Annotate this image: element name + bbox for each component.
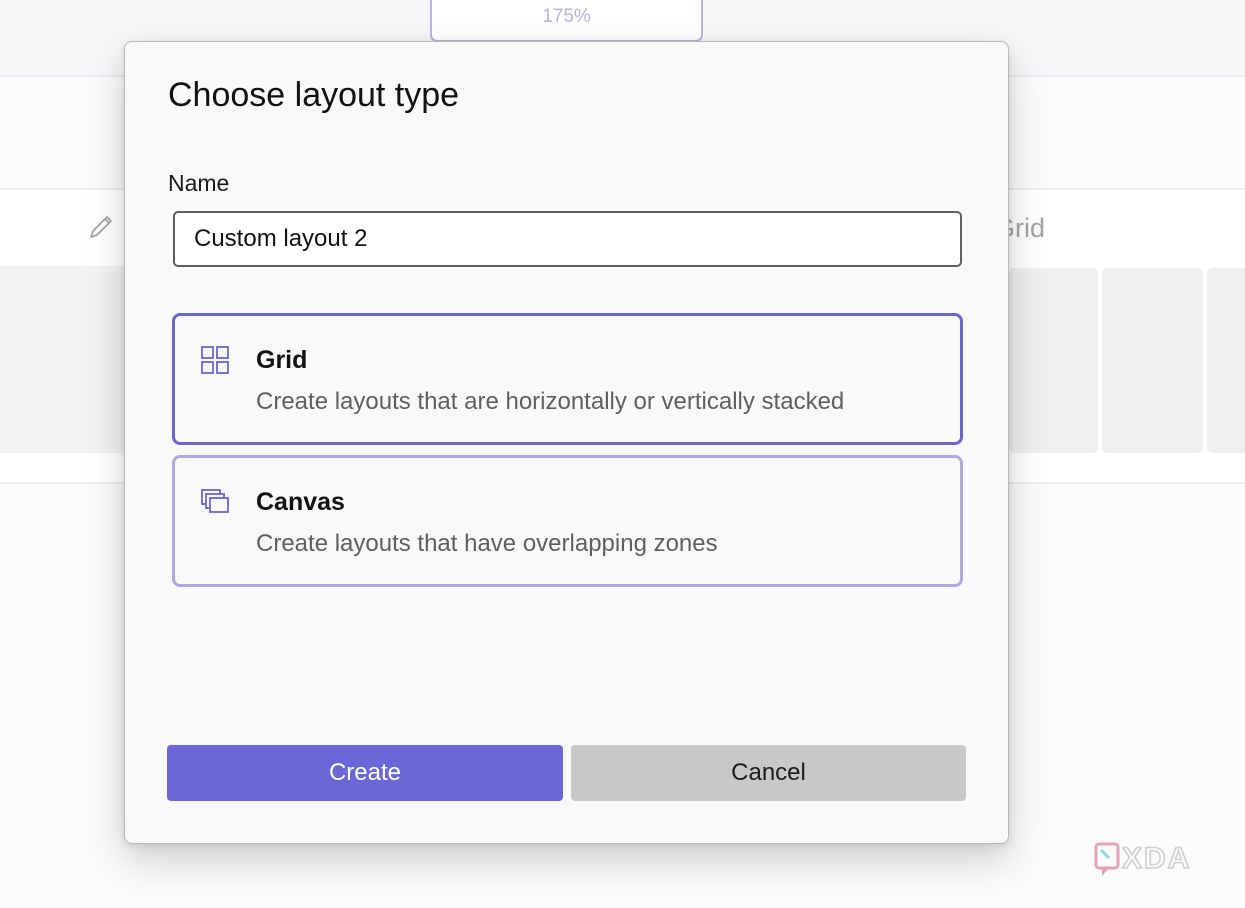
- background-layout-preview: [0, 266, 140, 453]
- grid-option-description: Create layouts that are horizontally or …: [256, 388, 845, 415]
- background-zone-tile: [1207, 268, 1245, 453]
- xda-watermark-logo: XDA: [1094, 841, 1191, 876]
- zoom-level-label: 175%: [430, 0, 703, 42]
- dialog-title: Choose layout type: [168, 76, 460, 114]
- canvas-option-description: Create layouts that have overlapping zon…: [256, 530, 718, 557]
- layout-name-input[interactable]: [173, 211, 962, 267]
- grid-option-card[interactable]: Grid Create layouts that are horizontall…: [172, 313, 963, 445]
- create-button[interactable]: Create: [167, 745, 563, 801]
- name-label: Name: [168, 170, 230, 196]
- pencil-icon: [90, 216, 112, 238]
- canvas-option-title: Canvas: [256, 488, 345, 516]
- background-zone-tile: [1102, 268, 1203, 453]
- background-zone-tile: [1009, 268, 1098, 453]
- watermark-text: XDA: [1122, 842, 1191, 875]
- choose-layout-type-dialog: Choose layout type Name Grid Create layo…: [124, 41, 1009, 844]
- cancel-button[interactable]: Cancel: [571, 745, 966, 801]
- canvas-option-card[interactable]: Canvas Create layouts that have overlapp…: [172, 455, 963, 587]
- grid-option-title: Grid: [256, 346, 308, 374]
- grid-icon: [201, 346, 229, 374]
- canvas-icon: [201, 489, 229, 513]
